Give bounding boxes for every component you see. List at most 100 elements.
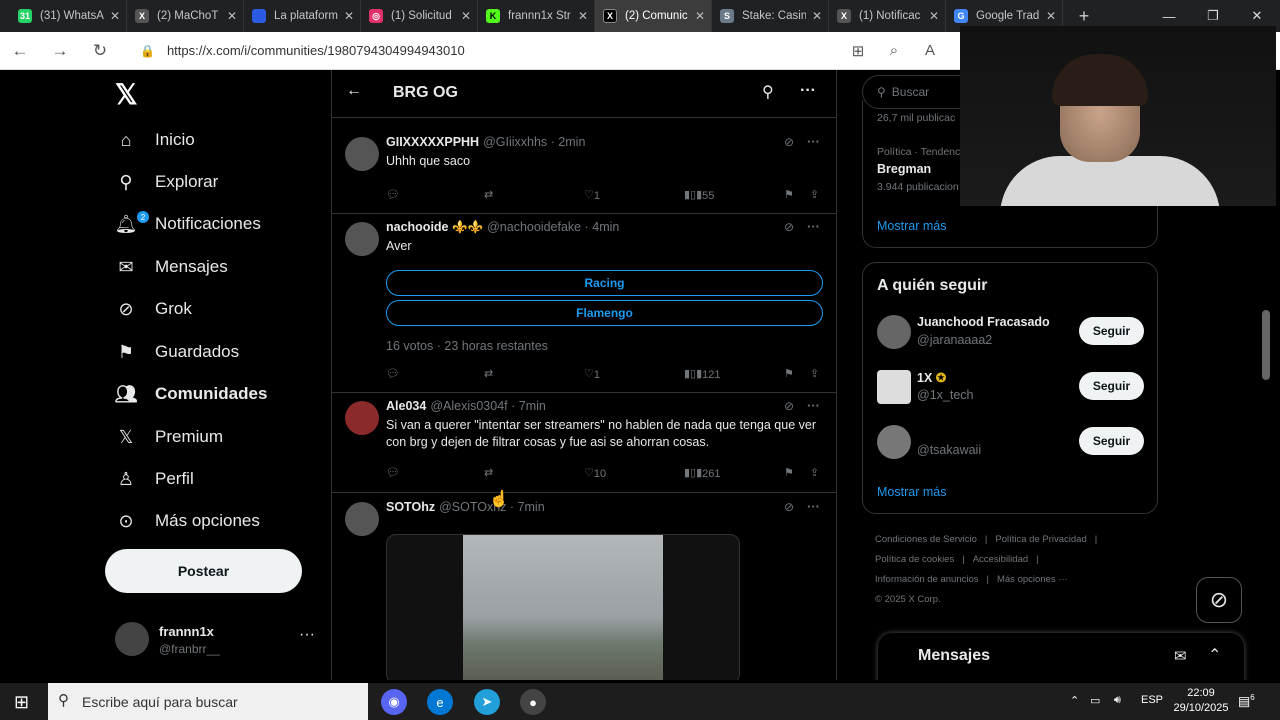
avatar[interactable] xyxy=(345,222,379,256)
grok-icon[interactable]: ⊘ xyxy=(784,399,794,413)
forward-arrow-icon[interactable]: → xyxy=(40,41,80,61)
tweet[interactable]: SOTOhz @SOTOxhz · 7min ⊘ ··· xyxy=(332,494,836,680)
browser-tab[interactable]: X (2) MaChoT ✕ xyxy=(127,0,244,32)
windows-start-icon[interactable]: ⊞ xyxy=(14,692,29,713)
obs-icon[interactable]: ● xyxy=(520,689,546,715)
account-switcher[interactable]: frannn1x @franbrr__ ··· xyxy=(115,618,325,662)
avatar[interactable] xyxy=(345,137,379,171)
grok-icon[interactable]: ⊘ xyxy=(784,220,794,234)
like-button[interactable]: ♡ 1 xyxy=(584,367,600,381)
taskbar-search[interactable]: ⚲ Escribe aquí para buscar xyxy=(48,683,368,720)
notifications-icon[interactable]: ▤6 xyxy=(1238,693,1255,709)
bookmark-icon[interactable]: ⚑ xyxy=(784,188,794,201)
volume-icon[interactable]: 🔊︎ xyxy=(1114,694,1121,707)
close-tab-icon[interactable]: ✕ xyxy=(227,9,237,23)
bookmark-icon[interactable]: ⚑ xyxy=(784,367,794,380)
browser-tab[interactable]: Kfrannn1x Str ✕ xyxy=(478,0,595,32)
show-more-link[interactable]: Mostrar más xyxy=(877,485,946,499)
browser-tab[interactable]: S Stake: Casin ✕ xyxy=(712,0,829,32)
more-icon[interactable]: ··· xyxy=(807,398,820,413)
follow-suggestion[interactable]: 1X ✪ @1x_tech Seguir xyxy=(877,368,1147,408)
avatar[interactable] xyxy=(877,425,911,459)
back-arrow-icon[interactable]: ← xyxy=(0,41,40,61)
nav-item-perfil[interactable]: ♙ Perfil xyxy=(115,462,194,496)
nav-item-notificaciones[interactable]: 🔔︎ 2 Notificaciones xyxy=(115,207,261,241)
avatar[interactable] xyxy=(345,502,379,536)
more-icon[interactable]: ··· xyxy=(807,134,820,149)
tweet-handle[interactable]: @nachooidefake xyxy=(487,220,581,234)
browser-tab[interactable]: ◎ (1) Solicitud ✕ xyxy=(361,0,478,32)
poll-option[interactable]: Racing xyxy=(386,270,823,296)
tweet-handle[interactable]: @Alexis0304f xyxy=(430,399,507,413)
share-icon[interactable]: ⇪ xyxy=(810,188,819,201)
x-logo-icon[interactable]: 𝕏 xyxy=(115,78,138,111)
footer-link[interactable]: Accesibilidad xyxy=(973,554,1028,565)
more-icon[interactable]: ··· xyxy=(807,499,820,514)
zoom-icon[interactable]: ⌕ xyxy=(876,42,912,59)
edge-icon[interactable]: e xyxy=(427,689,453,715)
nav-item-explorar[interactable]: ⚲ Explorar xyxy=(115,165,218,199)
retweet-icon[interactable]: ⇄ xyxy=(484,466,493,479)
nav-item-mas-opciones[interactable]: ⊙ Más opciones xyxy=(115,504,259,538)
nav-item-guardados[interactable]: ⚑ Guardados xyxy=(115,335,239,369)
retweet-icon[interactable]: ⇄ xyxy=(484,367,493,380)
scrollbar[interactable] xyxy=(1262,310,1270,380)
avatar[interactable] xyxy=(877,315,911,349)
show-more-link[interactable]: Mostrar más xyxy=(877,219,946,233)
read-aloud-icon[interactable]: A xyxy=(912,42,948,59)
more-icon[interactable]: ··· xyxy=(807,219,820,234)
browser-tab[interactable]: X (1) Notificac ✕ xyxy=(829,0,946,32)
discord-icon[interactable]: ◉ xyxy=(381,689,407,715)
follow-suggestion[interactable]: @tsakawaii Seguir xyxy=(877,423,1147,463)
tweet-author[interactable]: GIIXXXXXPPHH xyxy=(386,135,479,149)
follow-suggestion[interactable]: Juanchood Fracasado @jaranaaaa2 Seguir xyxy=(877,313,1147,353)
tweet-handle[interactable]: @GIiixxhhs xyxy=(483,135,547,149)
follow-button[interactable]: Seguir xyxy=(1079,372,1144,400)
grok-icon[interactable]: ⊘ xyxy=(784,135,794,149)
nav-item-mensajes[interactable]: ✉ Mensajes xyxy=(115,250,227,284)
new-tab-icon[interactable]: + xyxy=(1069,6,1099,27)
footer-link[interactable]: Condiciones de Servicio xyxy=(875,534,977,545)
tweet-author[interactable]: SOTOhz xyxy=(386,500,435,514)
close-tab-icon[interactable]: ✕ xyxy=(812,9,822,23)
close-tab-icon[interactable]: ✕ xyxy=(461,9,471,23)
footer-link[interactable]: Política de cookies xyxy=(875,554,954,565)
more-icon[interactable]: ··· xyxy=(800,82,816,100)
nav-item-inicio[interactable]: ⌂ Inicio xyxy=(115,123,195,157)
follow-button[interactable]: Seguir xyxy=(1079,317,1144,345)
close-tab-icon[interactable]: ✕ xyxy=(578,9,588,23)
search-icon[interactable]: ⚲ xyxy=(762,82,774,102)
reply-icon[interactable]: 💬︎ xyxy=(386,466,400,479)
tweet[interactable]: Ale034 @Alexis0304f · 7min ⊘ ··· Si van a… xyxy=(332,393,836,493)
retweet-icon[interactable]: ⇄ xyxy=(484,188,493,201)
language-indicator[interactable]: ESP xyxy=(1141,694,1163,706)
more-icon[interactable]: ··· xyxy=(299,626,315,644)
taskbar-clock[interactable]: 22:09 29/10/2025 xyxy=(1170,686,1232,716)
apps-icon[interactable]: ⊞ xyxy=(840,42,876,60)
tweet-author[interactable]: nachooide ⚜️⚜️ xyxy=(386,220,483,234)
like-button[interactable]: ♡ 10 xyxy=(584,466,606,480)
post-button[interactable]: Postear xyxy=(105,549,302,593)
chevron-up-icon[interactable]: ⌃ xyxy=(1070,694,1079,707)
views-counter[interactable]: ▮▯▮ 55 xyxy=(684,188,714,202)
tweet-media[interactable] xyxy=(386,534,740,680)
footer-link[interactable]: Información de anuncios xyxy=(875,574,979,585)
footer-link[interactable]: Más opciones ··· xyxy=(997,574,1068,585)
tweet[interactable]: GIIXXXXXPPHH @GIiixxhhs · 2min ⊘ ··· Uhhh… xyxy=(332,129,836,214)
share-icon[interactable]: ⇪ xyxy=(810,367,819,380)
footer-link[interactable]: Política de Privacidad xyxy=(995,534,1086,545)
url-field[interactable]: 🔒 https://x.com/i/communities/19807943049… xyxy=(140,37,840,65)
close-tab-icon[interactable]: ✕ xyxy=(929,9,939,23)
grok-icon[interactable]: ⊘ xyxy=(784,500,794,514)
close-tab-icon[interactable]: ✕ xyxy=(695,9,705,23)
avatar[interactable] xyxy=(877,370,911,404)
expand-icon[interactable]: ⌃ xyxy=(1208,645,1221,665)
close-tab-icon[interactable]: ✕ xyxy=(344,9,354,23)
views-counter[interactable]: ▮▯▮ 261 xyxy=(684,466,721,480)
browser-tab[interactable]: La plataform ✕ xyxy=(244,0,361,32)
refresh-icon[interactable]: ↻ xyxy=(80,41,120,61)
back-arrow-icon[interactable]: ← xyxy=(346,82,362,100)
follow-button[interactable]: Seguir xyxy=(1079,427,1144,455)
nav-item-comunidades[interactable]: 👥︎ Comunidades xyxy=(115,377,268,411)
close-tab-icon[interactable]: ✕ xyxy=(110,9,120,23)
